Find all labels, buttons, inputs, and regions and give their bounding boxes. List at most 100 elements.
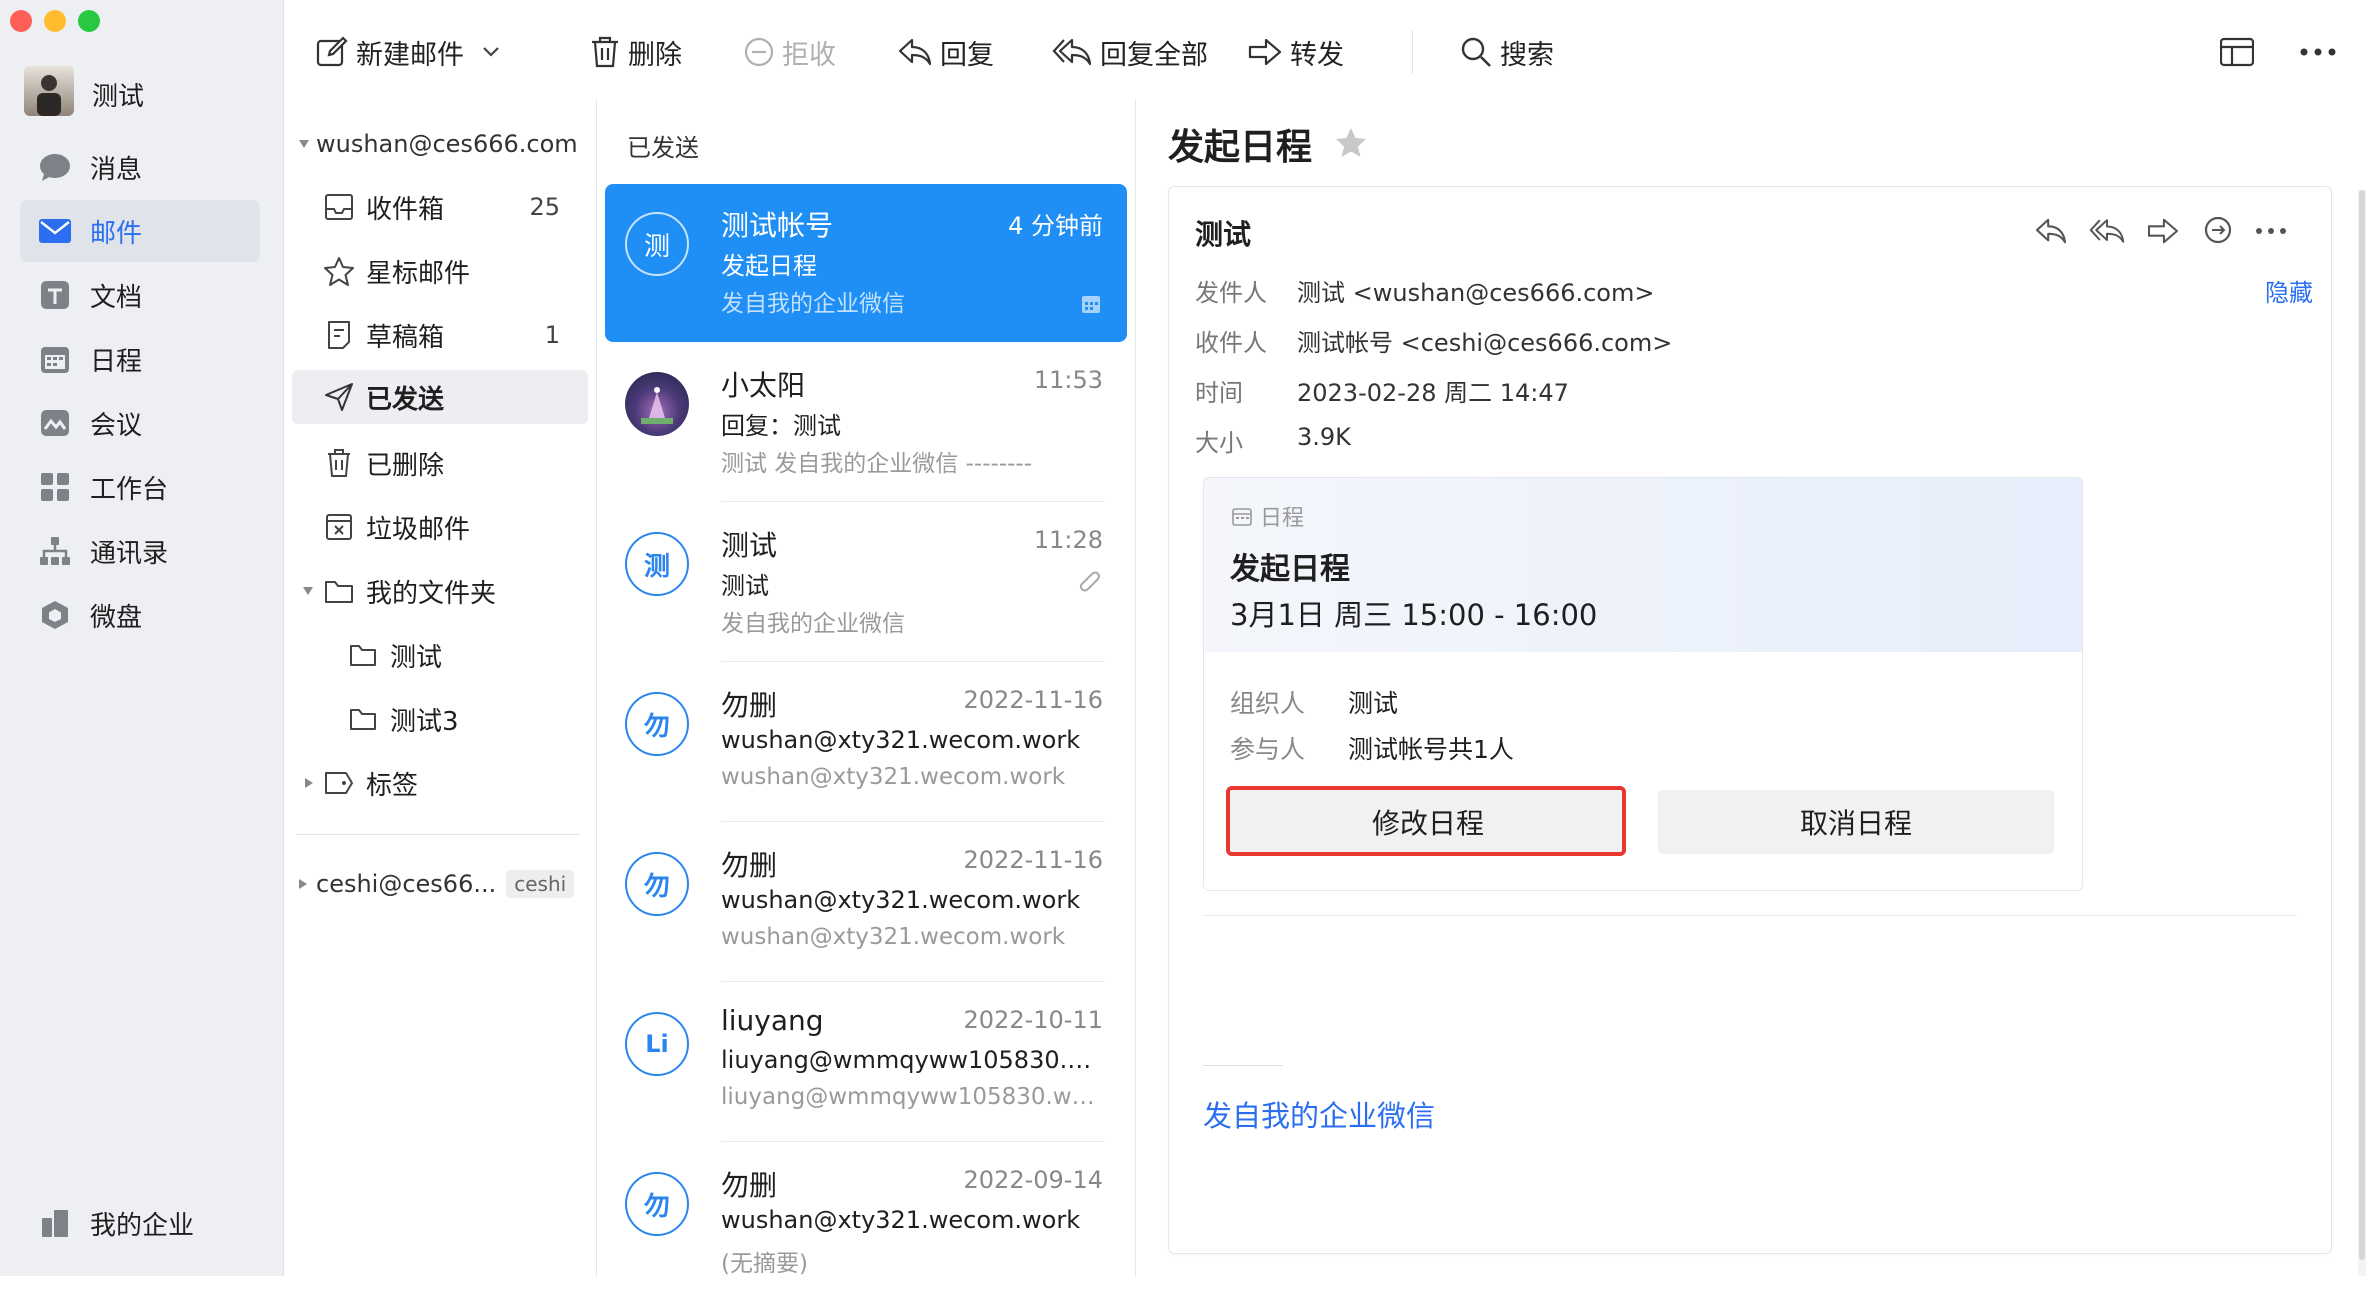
nav-item-workbench[interactable]: 工作台 <box>20 456 260 518</box>
recipient-value[interactable]: 测试帐号 <ceshi@ces666.com> <box>1297 323 1672 358</box>
trash-icon <box>590 36 620 68</box>
folder-tags[interactable]: 标签 <box>292 756 588 810</box>
caret-down-icon <box>302 586 314 596</box>
nav-item-documents[interactable]: 文档 <box>20 264 260 326</box>
scrollbar-thumb[interactable] <box>2359 190 2365 1260</box>
user-avatar[interactable] <box>24 66 74 116</box>
scrollbar[interactable] <box>2358 190 2366 1276</box>
app-sidebar: 测试 消息 邮件 文档 日程 会议 工作台 通讯录 微盘 我的企业 <box>0 0 284 1276</box>
folder-icon <box>346 707 380 731</box>
reply-all-icon[interactable] <box>2089 217 2125 245</box>
account-email: wushan@ces666.com <box>316 130 578 158</box>
list-title: 已发送 <box>627 134 699 162</box>
more-button[interactable] <box>2300 30 2336 74</box>
mail-item[interactable]: 勿 勿删 2022-11-16 wushan@xty321.wecom.work… <box>605 824 1127 982</box>
trash-icon <box>322 448 356 478</box>
mail-sender: 勿删 <box>721 849 778 882</box>
mail-preview: wushan@xty321.wecom.work <box>721 764 1066 790</box>
nav-item-calendar[interactable]: 日程 <box>20 328 260 390</box>
folder-icon <box>346 643 380 667</box>
recipient-label: 收件人 <box>1195 329 1267 357</box>
reject-button[interactable]: 拒收 <box>744 30 836 74</box>
organizer-label: 组织人 <box>1230 689 1306 718</box>
nav-item-label: 日程 <box>90 346 143 377</box>
mail-item[interactable]: 勿 勿删 2022-11-16 wushan@xty321.wecom.work… <box>605 664 1127 822</box>
delete-button[interactable]: 删除 <box>590 30 682 74</box>
folder-inbox[interactable]: 收件箱 25 <box>292 180 588 234</box>
account-header-2[interactable]: ceshi@ces66... ceshi <box>298 870 575 898</box>
minimize-window-button[interactable] <box>44 10 66 32</box>
chevron-down-icon[interactable] <box>482 46 500 58</box>
mail-content-card: 测试 发件人 测试 <wushan@ces666.com> 隐藏 收件人 测试帐… <box>1168 186 2332 1254</box>
layout-toggle-button[interactable] <box>2220 30 2254 74</box>
cancel-schedule-button[interactable]: 取消日程 <box>1658 790 2054 854</box>
document-icon <box>20 280 90 310</box>
nav-item-enterprise[interactable]: 我的企业 <box>20 1192 260 1254</box>
account-email: ceshi@ces66... <box>316 870 497 898</box>
folder-my-folders[interactable]: 我的文件夹 <box>292 564 588 618</box>
mail-preview: 发自我的企业微信 <box>721 291 905 317</box>
mail-subject: 测试 <box>721 572 769 600</box>
folder-drafts[interactable]: 草稿箱 1 <box>292 308 588 362</box>
mail-item[interactable]: 测 测试 11:28 测试 发自我的企业微信 <box>605 504 1127 662</box>
nav-item-mail[interactable]: 邮件 <box>20 200 260 262</box>
reply-icon[interactable] <box>2035 217 2067 245</box>
nav-item-contacts[interactable]: 通讯录 <box>20 520 260 582</box>
more-icon <box>2300 48 2336 56</box>
inbox-icon <box>322 193 356 221</box>
mail-sender: 小太阳 <box>721 369 806 402</box>
folder-spam[interactable]: 垃圾邮件 <box>292 500 588 554</box>
forward-button[interactable]: 转发 <box>1248 30 1344 74</box>
reply-button[interactable]: 回复 <box>898 30 994 74</box>
forward-label: 转发 <box>1290 39 1344 71</box>
mail-item[interactable]: 测 测试帐号 4 分钟前 发起日程 发自我的企业微信 <box>605 184 1127 342</box>
folder-label: 星标邮件 <box>366 258 471 289</box>
divider <box>721 821 1105 822</box>
schedule-header: 日程 发起日程 3月1日 周三 15:00 - 16:00 <box>1204 478 2082 652</box>
forward-icon[interactable] <box>2147 217 2179 245</box>
mail-preview: 测试 发自我的企业微信 -------- <box>721 451 1033 477</box>
sender-label: 发件人 <box>1195 279 1267 307</box>
nav-item-label: 微盘 <box>90 602 143 633</box>
mail-item[interactable]: 小太阳 11:53 回复：测试 测试 发自我的企业微信 -------- <box>605 344 1127 502</box>
mail-time: 11:28 <box>1033 526 1103 554</box>
folder-sent[interactable]: 已发送 <box>292 370 588 424</box>
user-name[interactable]: 测试 <box>92 76 144 113</box>
reply-all-button[interactable]: 回复全部 <box>1052 30 1208 74</box>
maximize-window-button[interactable] <box>78 10 100 32</box>
sender-value[interactable]: 测试 <wushan@ces666.com> <box>1297 273 1654 308</box>
folder-deleted[interactable]: 已删除 <box>292 436 588 490</box>
nav-item-label: 消息 <box>90 154 143 185</box>
comment-icon[interactable] <box>2203 217 2233 245</box>
more-icon[interactable] <box>2255 227 2287 235</box>
subfolder-item[interactable]: 测试 <box>292 628 588 682</box>
mail-item[interactable]: 勿 勿删 2022-09-14 wushan@xty321.wecom.work… <box>605 1144 1127 1302</box>
unread-count: 1 <box>544 321 560 349</box>
subfolder-item[interactable]: 测试3 <box>292 692 588 746</box>
hide-details-link[interactable]: 隐藏 <box>2265 273 2313 308</box>
mail-time: 4 分钟前 <box>1008 212 1103 240</box>
from-name: 测试 <box>1195 218 1252 251</box>
account-header[interactable]: wushan@ces666.com <box>298 130 578 158</box>
organizer-value: 测试 <box>1348 689 1399 718</box>
nav-item-label: 邮件 <box>90 218 143 249</box>
nav-item-messages[interactable]: 消息 <box>20 136 260 198</box>
search-icon <box>1460 36 1492 68</box>
nav-item-meetings[interactable]: 会议 <box>20 392 260 454</box>
folder-starred[interactable]: 星标邮件 <box>292 244 588 298</box>
search-button[interactable]: 搜索 <box>1460 30 1554 74</box>
mail-item[interactable]: Li liuyang 2022-10-11 liuyang@wmmqyww105… <box>605 984 1127 1142</box>
mail-sender: liuyang <box>721 1004 824 1037</box>
signature-link[interactable]: 发自我的企业微信 <box>1203 1093 1435 1135</box>
layout-icon <box>2220 37 2254 67</box>
mail-subject: wushan@xty321.wecom.work <box>721 886 1081 914</box>
close-window-button[interactable] <box>10 10 32 32</box>
nav-item-drive[interactable]: 微盘 <box>20 584 260 646</box>
mail-subject: wushan@xty321.wecom.work <box>721 1206 1081 1234</box>
compose-button[interactable]: 新建邮件 <box>316 30 500 74</box>
folder-label: 测试3 <box>390 706 459 737</box>
star-icon[interactable] <box>1334 126 1368 158</box>
compose-icon <box>316 36 348 68</box>
mail-time: 11:53 <box>1033 366 1103 394</box>
reply-label: 回复 <box>940 39 994 71</box>
